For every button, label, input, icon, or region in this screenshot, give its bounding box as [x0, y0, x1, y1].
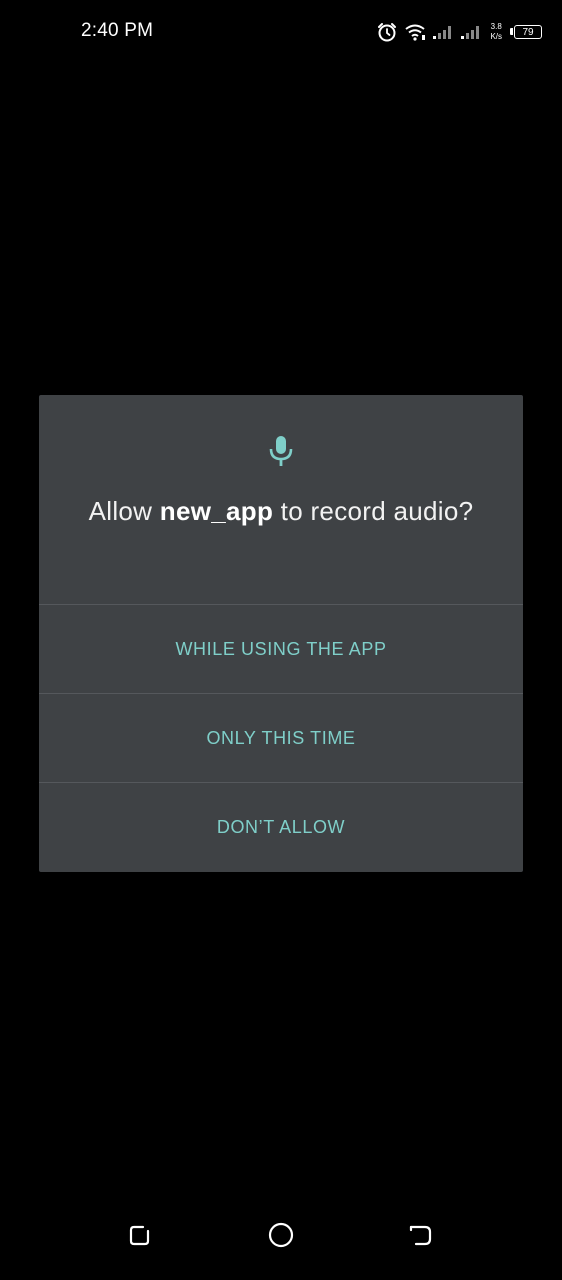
back-icon[interactable]: [406, 1220, 436, 1250]
recents-icon[interactable]: [126, 1220, 156, 1250]
status-bar: 2:40 PM 3.8 K/s 79: [0, 0, 562, 64]
net-speed: 3.8 K/s: [490, 22, 502, 42]
status-icons: 3.8 K/s 79: [376, 18, 544, 46]
microphone-icon: [269, 436, 293, 466]
net-speed-value: 3.8: [490, 22, 502, 31]
net-speed-unit: K/s: [490, 32, 502, 41]
status-time: 2:40 PM: [81, 20, 154, 41]
battery-icon: 79: [510, 24, 544, 40]
alarm-icon: [378, 23, 397, 42]
while-using-app-button[interactable]: WHILE USING THE APP: [39, 605, 523, 694]
battery-level: 79: [514, 25, 542, 39]
signal-icon: [461, 26, 480, 39]
dialog-message: Allow new_app to record audio?: [79, 493, 483, 529]
permission-dialog: Allow new_app to record audio? WHILE USI…: [39, 395, 523, 872]
app-name: new_app: [159, 496, 274, 526]
message-prefix: Allow: [88, 496, 160, 526]
home-icon[interactable]: [266, 1220, 296, 1250]
wifi-icon: [405, 24, 426, 41]
only-this-time-button[interactable]: ONLY THIS TIME: [39, 694, 523, 783]
dont-allow-button[interactable]: DON’T ALLOW: [39, 783, 523, 871]
nav-bar: [0, 1210, 562, 1260]
signal-icon: [433, 26, 452, 39]
message-suffix: to record audio?: [273, 496, 474, 526]
dialog-header: Allow new_app to record audio?: [39, 395, 523, 605]
